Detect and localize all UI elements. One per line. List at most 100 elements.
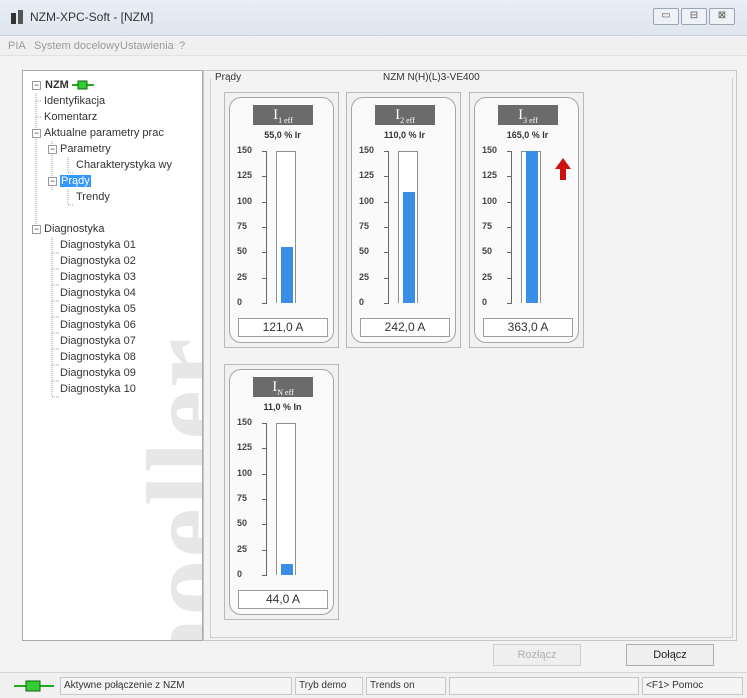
scale-label: 75 — [482, 221, 493, 231]
current-bar-fill — [281, 563, 293, 575]
scale-label: 100 — [237, 195, 253, 206]
status-connection: Aktywne połączenie z NZM — [60, 677, 292, 695]
tree-root-nzm[interactable]: NZM — [45, 77, 94, 93]
scale-label: 125 — [237, 170, 253, 181]
status-help: <F1> Pomoc — [642, 677, 743, 695]
status-mode: Tryb demo — [295, 677, 363, 695]
scale-tick — [262, 575, 267, 576]
scale-label: 100 — [359, 195, 375, 206]
tree-item-parameters[interactable]: Parametry — [60, 141, 111, 157]
status-connection-icon — [14, 680, 54, 692]
current-bar-track — [276, 151, 296, 303]
scale-label: 25 — [237, 271, 248, 282]
connect-button[interactable]: Dołącz — [626, 644, 714, 666]
current-tag: I2 eff — [375, 105, 435, 125]
connection-icon — [71, 80, 94, 90]
scale-label: 0 — [482, 297, 488, 307]
navigation-tree: moeller − NZM — [22, 70, 203, 641]
tree-item-characteristic[interactable]: Charakterystyka wy — [76, 157, 172, 173]
scale-label: 125 — [237, 442, 253, 453]
current-tag: IN eff — [253, 377, 313, 397]
menu-pia[interactable]: PIA — [8, 40, 26, 52]
current-card: I2 eff 110,0 % Ir 150 125 100 75 50 25 0 242,0 A — [346, 92, 461, 348]
menu-help[interactable]: ? — [179, 40, 185, 52]
tree-item-currents[interactable]: Prądy — [60, 173, 91, 189]
tree-item-trends[interactable]: Trendy — [76, 189, 110, 205]
status-trends: Trends on — [366, 677, 446, 695]
scale-label: 75 — [237, 493, 248, 503]
scale-label: 150 — [237, 417, 253, 427]
scale-axis — [266, 423, 267, 575]
tree-item-diag-10[interactable]: Diagnostyka 10 — [60, 381, 136, 397]
tree-item-comment[interactable]: Komentarz — [44, 109, 97, 125]
scale-tick — [262, 303, 267, 304]
card-frame: IN eff 11,0 % In 150 125 100 75 50 25 0 44,0 A — [229, 369, 334, 615]
tree-expander-diagnostics[interactable]: − — [32, 225, 41, 234]
tree-expander-currents[interactable]: − — [48, 177, 57, 186]
scale-tick — [507, 303, 512, 304]
status-bar: Aktywne połączenie z NZM Tryb demo Trend… — [0, 672, 747, 698]
restore-button[interactable]: ⊟ — [681, 8, 707, 25]
current-value: 242,0 A — [360, 318, 450, 337]
scale-label: 150 — [359, 145, 375, 155]
scale-label: 50 — [359, 246, 370, 257]
card-frame: I3 eff 165,0 % Ir 150 125 100 75 50 25 0 363,0 A — [474, 97, 579, 343]
current-bar-fill — [281, 247, 293, 303]
tree-item-identification[interactable]: Identyfikacja — [44, 93, 105, 109]
current-tag: I3 eff — [498, 105, 558, 125]
current-card: I1 eff 55,0 % Ir 150 125 100 75 50 25 0 121,0 A — [224, 92, 339, 348]
scale-label: 25 — [482, 271, 493, 282]
current-bar-track — [398, 151, 418, 303]
title-bar: NZM-XPC-Soft - [NZM] ▭ ⊟ ⊠ — [0, 0, 747, 36]
scale-label: 25 — [237, 543, 248, 554]
tree-item-diag-09[interactable]: Diagnostyka 09 — [60, 365, 136, 381]
tree-item-diag-02[interactable]: Diagnostyka 02 — [60, 253, 136, 269]
tree-item-diag-01[interactable]: Diagnostyka 01 — [60, 237, 136, 253]
disconnect-button[interactable]: Rozłącz — [493, 644, 581, 666]
current-value: 363,0 A — [483, 318, 573, 337]
tree-item-diagnostics[interactable]: Diagnostyka — [44, 221, 105, 237]
close-button[interactable]: ⊠ — [709, 8, 735, 25]
tree-item-diag-06[interactable]: Diagnostyka 06 — [60, 317, 136, 333]
tree-expander-parameters[interactable]: − — [32, 129, 41, 138]
current-bar-track — [276, 423, 296, 575]
minimize-button[interactable]: ▭ — [653, 8, 679, 25]
scale-label: 100 — [482, 195, 498, 206]
overload-arrow-icon — [555, 158, 571, 180]
tree-item-diag-03[interactable]: Diagnostyka 03 — [60, 269, 136, 285]
current-value: 121,0 A — [238, 318, 328, 337]
percent-label: 165,0 % Ir — [506, 130, 549, 140]
scale-tick — [384, 303, 389, 304]
tree-expander-params[interactable]: − — [48, 145, 57, 154]
tree-item-diag-04[interactable]: Diagnostyka 04 — [60, 285, 136, 301]
scale-label: 50 — [237, 518, 248, 529]
window-title: NZM-XPC-Soft - [NZM] — [30, 10, 154, 24]
scale-label: 75 — [237, 221, 248, 231]
scale-axis — [388, 151, 389, 303]
tree-item-current-parameters[interactable]: Aktualne parametry prac — [44, 125, 164, 141]
tree-item-diag-07[interactable]: Diagnostyka 07 — [60, 333, 136, 349]
scale-axis — [266, 151, 267, 303]
current-bar-fill — [403, 191, 415, 303]
current-card: IN eff 11,0 % In 150 125 100 75 50 25 0 44,0 A — [224, 364, 339, 620]
menu-settings[interactable]: Ustawienia — [120, 40, 174, 52]
current-bar-fill — [526, 151, 538, 303]
current-value: 44,0 A — [238, 590, 328, 609]
scale-label: 125 — [359, 170, 375, 181]
scale-label: 0 — [237, 569, 243, 579]
scale-label: 0 — [237, 297, 243, 307]
scale-label: 25 — [359, 271, 370, 282]
app-icon — [11, 10, 23, 24]
tree-expander-root[interactable]: − — [32, 81, 41, 90]
scale-label: 75 — [359, 221, 370, 231]
current-bar-track — [521, 151, 541, 303]
card-frame: I1 eff 55,0 % Ir 150 125 100 75 50 25 0 121,0 A — [229, 97, 334, 343]
scale-axis — [511, 151, 512, 303]
tree-item-diag-05[interactable]: Diagnostyka 05 — [60, 301, 136, 317]
scale-label: 150 — [482, 145, 498, 155]
tree-item-diag-08[interactable]: Diagnostyka 08 — [60, 349, 136, 365]
scale-label: 125 — [482, 170, 498, 181]
menu-system[interactable]: System docelowy — [34, 40, 120, 52]
card-frame: I2 eff 110,0 % Ir 150 125 100 75 50 25 0 242,0 A — [351, 97, 456, 343]
scale-label: 100 — [237, 467, 253, 478]
